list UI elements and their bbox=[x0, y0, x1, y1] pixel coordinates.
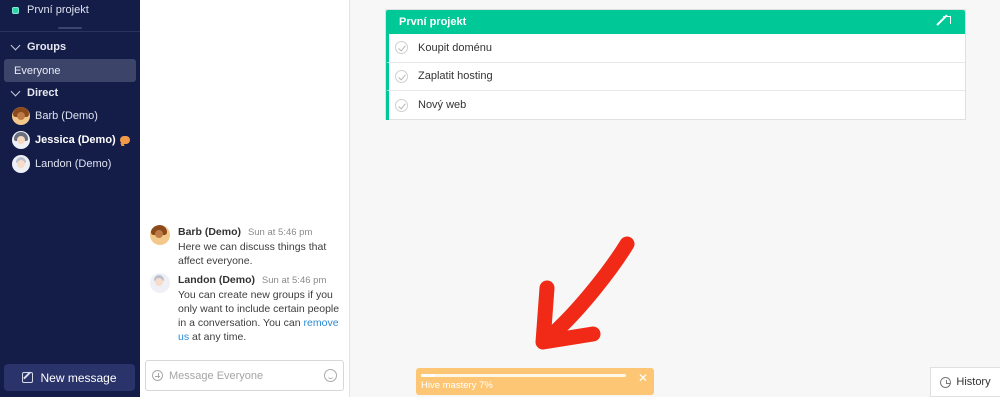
chat-message: Barb (Demo) Sun at 5:46 pm Here we can d… bbox=[150, 225, 346, 268]
checkbox-icon[interactable] bbox=[395, 69, 408, 83]
new-message-label: New message bbox=[40, 370, 117, 385]
mastery-progress-fill bbox=[421, 374, 436, 377]
project-color-icon bbox=[12, 6, 19, 14]
chevron-down-icon bbox=[10, 40, 21, 50]
sidebar-scroll-indicator[interactable] bbox=[58, 27, 82, 29]
mastery-label: Hive mastery 7% bbox=[421, 380, 493, 391]
message-text: Here we can discuss things that affect e… bbox=[178, 241, 327, 267]
sidebar-item-label: Everyone bbox=[14, 65, 61, 77]
history-label: History bbox=[956, 376, 991, 388]
direct-header: Direct bbox=[27, 87, 59, 99]
sidebar-item-landon[interactable]: Landon (Demo) bbox=[12, 155, 134, 173]
compose-icon bbox=[22, 372, 34, 383]
emoji-icon[interactable] bbox=[324, 369, 337, 382]
task-row[interactable]: Koupit doménu bbox=[386, 34, 965, 63]
main-area: První projekt Koupit doménu Zaplatit hos… bbox=[351, 0, 1000, 397]
annotation-arrow-icon bbox=[535, 236, 635, 350]
sidebar-item-jessica[interactable]: Jessica (Demo) bbox=[12, 131, 134, 149]
direct-section-toggle[interactable]: Direct bbox=[10, 86, 59, 99]
message-body: Barb (Demo) Sun at 5:46 pm Here we can d… bbox=[178, 225, 346, 268]
landon-avatar bbox=[12, 155, 30, 173]
task-title: Koupit doménu bbox=[418, 41, 492, 54]
history-icon bbox=[940, 376, 952, 388]
sidebar-item-label: Landon (Demo) bbox=[35, 158, 112, 170]
groups-section-toggle[interactable]: Groups bbox=[10, 40, 67, 53]
task-title: Zaplatit hosting bbox=[418, 70, 493, 83]
jessica-avatar bbox=[12, 131, 30, 149]
project-card-title: První projekt bbox=[399, 16, 467, 28]
task-row[interactable]: Nový web bbox=[386, 91, 965, 120]
project-card: První projekt Koupit doménu Zaplatit hos… bbox=[385, 9, 966, 120]
sidebar-item-label: Barb (Demo) bbox=[35, 110, 98, 122]
sidebar-divider bbox=[0, 31, 140, 32]
barb-avatar[interactable] bbox=[150, 225, 170, 245]
barb-avatar bbox=[12, 107, 30, 125]
sidebar-item-label: Jessica (Demo) bbox=[35, 134, 116, 146]
chevron-down-icon bbox=[10, 86, 21, 96]
message-text-part: at any time. bbox=[189, 331, 247, 343]
sidebar: První projekt Groups Everyone Direct Bar… bbox=[0, 0, 140, 397]
project-card-header[interactable]: První projekt bbox=[386, 10, 965, 34]
history-button[interactable]: History bbox=[930, 367, 1000, 397]
checkbox-icon[interactable] bbox=[395, 98, 408, 112]
sidebar-project[interactable]: První projekt bbox=[12, 4, 89, 16]
landon-avatar[interactable] bbox=[150, 273, 170, 293]
open-project-icon[interactable] bbox=[940, 16, 951, 27]
message-time: Sun at 5:46 pm bbox=[261, 275, 327, 286]
message-body: Landon (Demo) Sun at 5:46 pm You can cre… bbox=[178, 273, 346, 344]
sidebar-project-label: První projekt bbox=[27, 4, 89, 16]
message-composer bbox=[145, 360, 344, 391]
unread-message-icon bbox=[120, 136, 130, 144]
sidebar-item-barb[interactable]: Barb (Demo) bbox=[12, 107, 134, 125]
mastery-progress-bar bbox=[421, 374, 626, 377]
message-author[interactable]: Barb (Demo) bbox=[178, 226, 241, 238]
sidebar-item-everyone[interactable]: Everyone bbox=[4, 59, 136, 82]
checkbox-icon[interactable] bbox=[395, 41, 408, 55]
hive-mastery-banner[interactable]: Hive mastery 7% ✕ bbox=[416, 368, 654, 395]
message-input[interactable] bbox=[169, 369, 318, 382]
task-row[interactable]: Zaplatit hosting bbox=[386, 62, 965, 91]
chat-panel: Barb (Demo) Sun at 5:46 pm Here we can d… bbox=[140, 0, 350, 397]
groups-header: Groups bbox=[27, 41, 67, 53]
add-attachment-icon[interactable] bbox=[152, 370, 163, 381]
message-time: Sun at 5:46 pm bbox=[247, 227, 313, 238]
message-text: You can create new groups if you only wa… bbox=[178, 288, 346, 344]
chat-message: Landon (Demo) Sun at 5:46 pm You can cre… bbox=[150, 273, 346, 344]
task-title: Nový web bbox=[418, 99, 467, 112]
message-author[interactable]: Landon (Demo) bbox=[178, 274, 255, 286]
new-message-button[interactable]: New message bbox=[4, 364, 135, 391]
close-icon[interactable]: ✕ bbox=[638, 371, 648, 385]
